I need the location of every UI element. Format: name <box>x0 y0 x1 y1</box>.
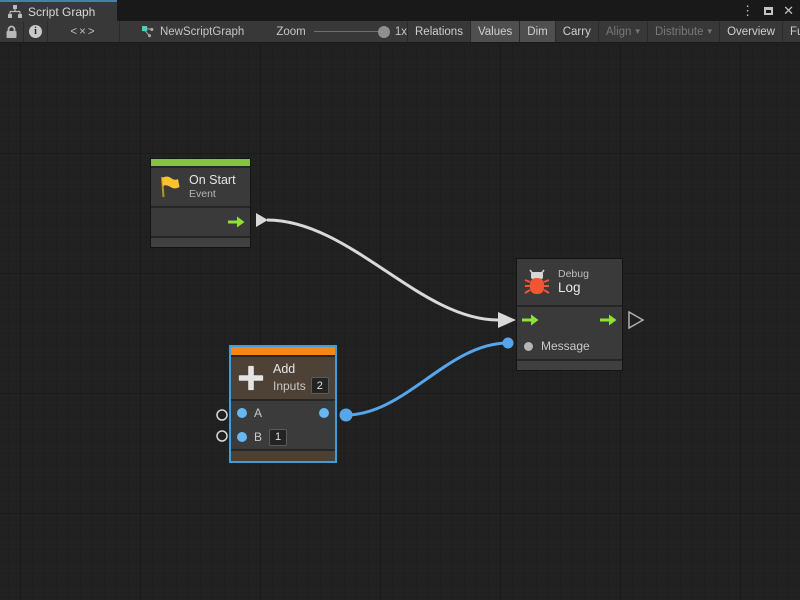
info-button[interactable] <box>24 21 48 42</box>
node-surtitle: Debug <box>558 268 589 281</box>
wire-target-dot[interactable] <box>503 338 514 349</box>
flow-input-port-icon[interactable] <box>522 314 539 326</box>
node-debug-log[interactable]: Debug Log Me <box>516 258 623 371</box>
script-graph-asset-icon <box>142 25 154 39</box>
result-output-port[interactable] <box>319 408 329 418</box>
menu-icon[interactable]: ⋮ <box>741 4 754 17</box>
zoom-label: Zoom <box>276 26 305 38</box>
lock-button[interactable] <box>0 21 24 42</box>
toolbar-button-distribute[interactable]: Distribute ▾ <box>648 21 720 42</box>
wire-source-dot[interactable] <box>340 409 353 422</box>
node-footer <box>151 238 250 247</box>
graph-canvas[interactable]: On Start Event <box>0 43 800 600</box>
lock-icon <box>5 25 18 39</box>
node-footer <box>231 451 335 461</box>
toolbar-button-carry[interactable]: Carry <box>556 21 599 42</box>
node-on-start[interactable]: On Start Event <box>150 158 251 248</box>
script-graph-window: Script Graph ⋮ ✕ <×> <box>0 0 800 600</box>
zoom-value: 1x <box>395 26 407 38</box>
port-b-input[interactable] <box>237 432 247 442</box>
node-title: Log <box>558 280 589 296</box>
window-controls: ⋮ ✕ <box>741 0 794 21</box>
maximize-icon[interactable] <box>764 7 773 15</box>
port-b-value-field[interactable]: 1 <box>269 429 287 446</box>
flow-out-hint-triangle[interactable] <box>629 312 643 328</box>
node-title: On Start <box>189 173 236 189</box>
tab-script-graph[interactable]: Script Graph <box>0 0 117 21</box>
flow-output-port-icon[interactable] <box>228 216 245 228</box>
message-input-port[interactable] <box>524 342 533 351</box>
close-icon[interactable]: ✕ <box>783 4 794 17</box>
code-brackets-icon: <×> <box>70 26 96 38</box>
wire-start-cap <box>256 213 268 227</box>
graph-title-zone: NewScriptGraph Zoom 1x <box>120 21 408 42</box>
dropdown-arrow-icon: ▾ <box>708 26 713 37</box>
toolbar-button-relations[interactable]: Relations <box>408 21 471 42</box>
message-port-label: Message <box>541 339 590 353</box>
flag-icon <box>157 174 183 200</box>
toolbar-button-dim[interactable]: Dim <box>520 21 555 42</box>
plus-icon <box>237 364 265 392</box>
graph-hierarchy-icon <box>8 5 22 18</box>
graph-name[interactable]: NewScriptGraph <box>160 26 244 38</box>
add-orange-strip <box>231 347 335 355</box>
port-hint-circle-a[interactable] <box>217 410 227 420</box>
inputs-label: Inputs <box>273 379 306 393</box>
info-icon <box>29 25 42 38</box>
node-subtitle: Event <box>189 188 236 201</box>
zoom-slider[interactable] <box>314 26 389 38</box>
port-hint-circle-b[interactable] <box>217 431 227 441</box>
code-preview-button[interactable]: <×> <box>48 21 120 42</box>
toolbar-button-overview[interactable]: Overview <box>720 21 783 42</box>
align-label: Align <box>606 26 632 38</box>
bug-icon <box>524 268 550 296</box>
flow-output-port-icon[interactable] <box>600 314 617 326</box>
node-footer <box>517 361 622 370</box>
graph-toolbar: <×> NewScriptGraph Zoom 1x Relations Val… <box>0 21 800 43</box>
wire-add-to-message[interactable] <box>346 343 508 415</box>
node-add[interactable]: Add Inputs 2 A B 1 <box>229 345 337 463</box>
port-a-label: A <box>254 406 262 420</box>
dropdown-arrow-icon: ▾ <box>635 26 640 37</box>
toolbar-button-fullscreen[interactable]: Full Screen <box>783 21 800 42</box>
event-green-strip <box>151 159 250 166</box>
wire-layer <box>0 43 800 600</box>
distribute-label: Distribute <box>655 26 704 38</box>
node-title: Add <box>273 362 329 378</box>
wire-arrowhead <box>498 312 516 328</box>
toolbar-button-values[interactable]: Values <box>471 21 520 42</box>
tab-title: Script Graph <box>28 5 95 19</box>
inputs-count-field[interactable]: 2 <box>311 377 329 394</box>
tab-bar: Script Graph ⋮ ✕ <box>0 0 800 21</box>
port-a-input[interactable] <box>237 408 247 418</box>
toolbar-button-align[interactable]: Align ▾ <box>599 21 648 42</box>
port-b-label: B <box>254 430 262 444</box>
wire-onstart-to-log[interactable] <box>267 220 498 320</box>
zoom-slider-knob[interactable] <box>378 26 390 38</box>
